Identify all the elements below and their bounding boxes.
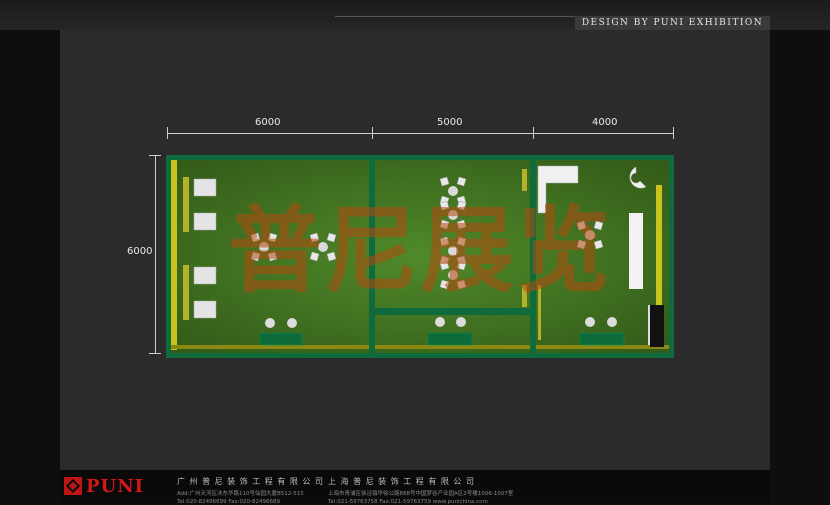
- storage-room: [650, 305, 664, 347]
- puni-logo: PUNI: [64, 475, 145, 497]
- company-sh-phone: Tel:021-59763758 Fax:021-59763759 www.pu…: [328, 499, 488, 505]
- width-label-3: 4000: [592, 117, 618, 128]
- storage-door: [648, 305, 650, 345]
- display-wall: [629, 213, 643, 289]
- dimension-tick: [673, 127, 674, 139]
- company-shanghai: 上 海 普 尼 装 饰 工 程 有 限 公 司 上海市青浦区徐泾镇华徐公路888…: [328, 476, 548, 505]
- width-label-1: 6000: [255, 117, 281, 128]
- dimension-tick: [149, 353, 161, 354]
- puni-logo-icon: [64, 477, 82, 495]
- dimension-tick: [167, 127, 168, 139]
- company-guangzhou: 广 州 普 尼 装 饰 工 程 有 限 公 司 Add:广州天河区沐东华路110…: [177, 476, 327, 505]
- company-gz-phone: Tel:020-82496699 Fax:020-82496689: [177, 499, 281, 505]
- width-dimension-line: [167, 133, 674, 134]
- height-label: 6000: [127, 246, 153, 257]
- width-label-2: 5000: [437, 117, 463, 128]
- dimension-tick: [149, 155, 161, 156]
- company-gz-address: Add:广州天河区沐东华路110号仙园大厦B512-515: [177, 491, 304, 497]
- company-sh-name: 上 海 普 尼 装 饰 工 程 有 限 公 司: [328, 477, 475, 486]
- brand-strip: Design by PUNI Exhibition: [575, 16, 770, 30]
- company-gz-name: 广 州 普 尼 装 饰 工 程 有 限 公 司: [177, 477, 324, 486]
- company-sh-address: 上海市青浦区徐泾镇华徐公路888号中国梦谷产业园A区2号楼1006-1007室: [328, 491, 514, 497]
- logo-text: PUNI: [86, 475, 145, 497]
- dimension-tick: [372, 127, 373, 139]
- footer: PUNI 广 州 普 尼 装 饰 工 程 有 限 公 司 Add:广州天河区沐东…: [60, 470, 770, 505]
- yellow-trim-bottom: [171, 345, 669, 349]
- partition-mid-bar: [375, 308, 530, 315]
- height-dimension-line: [155, 155, 156, 353]
- yellow-trim-left: [171, 160, 177, 350]
- booth-floor-plan: 普尼展览: [166, 155, 674, 358]
- header-rule: [335, 16, 575, 17]
- yellow-trim-right: [656, 185, 662, 315]
- watermark-logo: 普尼展览: [228, 197, 612, 306]
- dimension-tick: [533, 127, 534, 139]
